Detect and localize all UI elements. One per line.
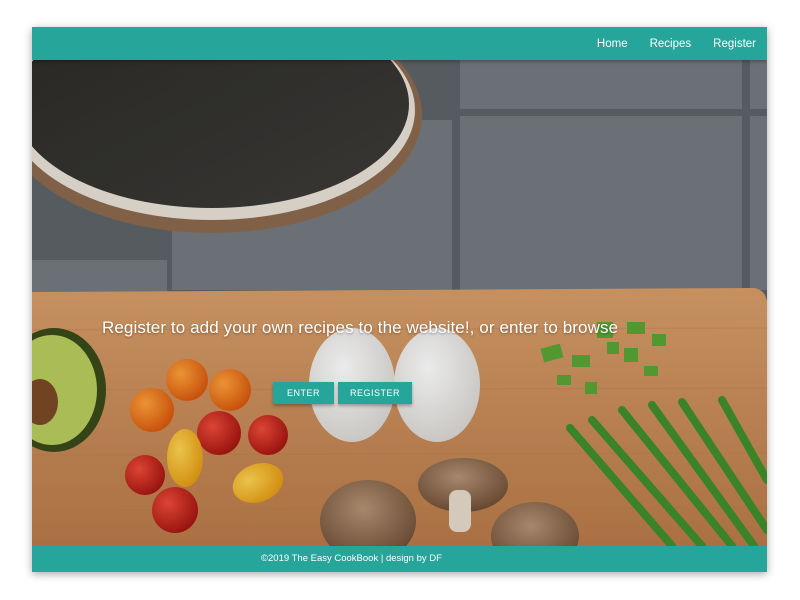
hero-buttons: ENTER REGISTER (273, 382, 412, 404)
hero-background-image (32, 60, 767, 546)
register-button[interactable]: REGISTER (338, 382, 412, 404)
nav-register-link[interactable]: Register (713, 38, 756, 50)
nav-links: Home Recipes Register (597, 27, 756, 60)
hero-section: Register to add your own recipes to the … (32, 60, 767, 546)
page-frame: Home Recipes Register Register to add yo… (32, 27, 767, 572)
nav-home-link[interactable]: Home (597, 38, 628, 50)
enter-button[interactable]: ENTER (273, 382, 334, 404)
footer: ©2019 The Easy CookBook | design by DF (32, 546, 767, 572)
hero-tagline: Register to add your own recipes to the … (102, 318, 619, 337)
nav-recipes-link[interactable]: Recipes (650, 38, 692, 50)
top-navbar: Home Recipes Register (32, 27, 767, 60)
footer-copyright: ©2019 The Easy CookBook | design by DF (261, 553, 442, 564)
